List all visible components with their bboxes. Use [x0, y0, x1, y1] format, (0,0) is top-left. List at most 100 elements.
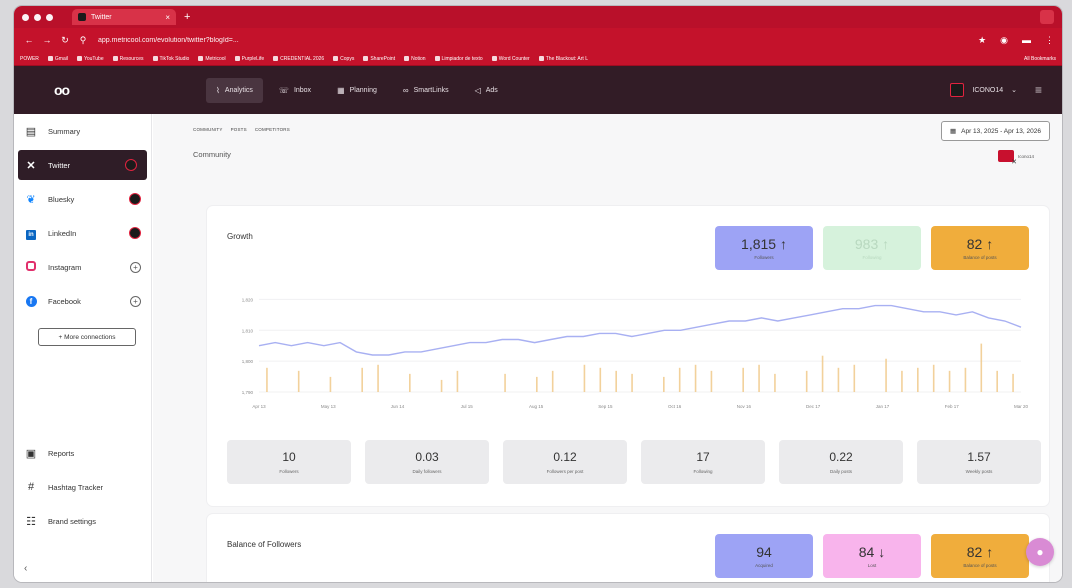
sidebar-item-hashtag-tracker[interactable]: # Hashtag Tracker: [14, 470, 151, 504]
bookmark-item[interactable]: Limpiador de texto: [434, 56, 483, 62]
chevron-down-icon[interactable]: ⌄: [1011, 86, 1017, 94]
sidebar-item-twitter[interactable]: ✕ Twitter: [18, 150, 147, 180]
window-zoom-dot[interactable]: [46, 13, 53, 21]
all-bookmarks[interactable]: All Bookmarks: [1024, 56, 1056, 62]
new-tab-icon[interactable]: +: [184, 11, 190, 23]
tab-posts[interactable]: POSTS: [231, 127, 247, 132]
nav-planning[interactable]: ▦ Planning: [327, 78, 387, 103]
posts-bar: [599, 367, 602, 392]
bookmark-item[interactable]: POWER: [20, 56, 39, 62]
nav-label: SmartLinks: [413, 86, 449, 94]
kpi-followers[interactable]: 1,815 ↑ Followers: [715, 226, 813, 270]
bookmark-star-icon[interactable]: ★: [978, 35, 986, 46]
kpi-lost[interactable]: 84 ↓ Lost: [823, 534, 921, 578]
nav-analytics[interactable]: ⌇ Analytics: [206, 77, 263, 103]
chat-support-icon[interactable]: ●: [1026, 538, 1054, 566]
menu-icon[interactable]: ≡: [1035, 83, 1042, 97]
chart-line-icon: ⌇: [216, 85, 220, 95]
sidebar-item-bluesky[interactable]: ❦ Bluesky: [14, 182, 151, 216]
posts-bar: [932, 364, 935, 392]
stat-value: 10: [282, 450, 296, 464]
bookmark-item[interactable]: Copys: [333, 56, 354, 62]
kpi-acquired[interactable]: 94 Acquired: [715, 534, 813, 578]
window-minimize-dot[interactable]: [34, 13, 41, 21]
stat-tile: 0.03 Daily followers: [365, 440, 489, 484]
tab-search-button[interactable]: [1040, 10, 1054, 24]
sidebar-item-label: Instagram: [48, 262, 82, 272]
posts-bar: [758, 364, 760, 392]
sidebar-item-facebook[interactable]: f Facebook +: [14, 284, 151, 318]
tab-close-icon[interactable]: ×: [165, 13, 170, 22]
growth-card: Growth 1,815 ↑ Followers 983 ↑ Following…: [207, 206, 1049, 506]
tab-competitors[interactable]: COMPETITORS: [255, 127, 290, 132]
reload-icon[interactable]: ↻: [58, 35, 72, 46]
sidebar-item-brand-settings[interactable]: ☷ Brand settings: [14, 504, 151, 538]
browser-window: Twitter × + ← → ↻ ⚲ app.metricool.com/ev…: [14, 6, 1062, 582]
main-content: COMMUNITY POSTS COMPETITORS ▦ Apr 13, 20…: [153, 114, 1062, 582]
browser-tab[interactable]: Twitter ×: [72, 9, 176, 25]
bookmark-item[interactable]: Word Counter: [491, 55, 530, 62]
bookmark-item[interactable]: SharePoint: [363, 56, 395, 62]
more-connections-button[interactable]: + More connections: [38, 328, 136, 346]
address-bar[interactable]: app.metricool.com/evolution/twitter?blog…: [98, 32, 978, 48]
stat-tile: 0.22 Daily posts: [779, 440, 903, 484]
bookmark-item[interactable]: PurpleLife: [234, 56, 264, 62]
add-connection-icon[interactable]: +: [130, 261, 141, 273]
stat-value: 17: [696, 450, 710, 464]
add-connection-icon[interactable]: +: [130, 295, 141, 307]
date-range-label: Apr 13, 2025 - Apr 13, 2026: [961, 127, 1041, 135]
account-avatar[interactable]: [950, 83, 965, 97]
nav-label: Analytics: [224, 86, 253, 94]
posts-bar: [615, 370, 617, 392]
x-tick-label: Jul 15: [461, 404, 474, 409]
extensions-icon[interactable]: ▬: [1022, 35, 1031, 46]
account-name[interactable]: ICONO14: [972, 87, 1003, 94]
x-tick-label: Sep 15: [598, 404, 613, 409]
sidebar-item-linkedin[interactable]: in LinkedIn: [14, 216, 151, 250]
stat-label: Following: [693, 469, 713, 474]
kpi-balance-posts[interactable]: 82 ↑ Balance of posts: [931, 534, 1029, 578]
forward-icon[interactable]: →: [40, 35, 54, 45]
posts-bar: [774, 373, 776, 392]
kpi-label: Followers: [754, 255, 774, 260]
browser-menu-icon[interactable]: ⋮: [1045, 35, 1054, 46]
tab-community[interactable]: COMMUNITY: [193, 127, 223, 132]
back-icon[interactable]: ←: [22, 35, 36, 45]
kpi-label: Balance of posts: [963, 563, 997, 568]
sidebar-item-label: Brand settings: [48, 516, 96, 526]
sidebar-item-reports[interactable]: ▣ Reports: [14, 436, 151, 470]
growth-chart[interactable]: 1,820 1,810 1,800 1,790 Apr 13 May 13 Jun 14 Ju…: [227, 276, 1033, 416]
window-close-dot[interactable]: [22, 13, 29, 21]
kpi-value: 94: [756, 544, 772, 560]
bookmark-item[interactable]: CREDENTIAL 2026: [273, 56, 324, 62]
site-info-icon[interactable]: ⚲: [76, 35, 90, 46]
posts-bar: [980, 343, 983, 392]
nav-ads[interactable]: ◁ Ads: [465, 78, 508, 103]
kpi-balance-posts[interactable]: 82 ↑ Balance of posts: [931, 226, 1029, 270]
bookmark-favicon-icon: [198, 56, 204, 61]
bookmark-item[interactable]: TikTok Studio: [152, 56, 189, 62]
kpi-following[interactable]: 983 ↑ Following: [823, 226, 921, 270]
bookmark-item[interactable]: Notion: [404, 56, 426, 62]
metricool-logo[interactable]: oo: [34, 82, 184, 98]
bookmark-item[interactable]: Metricool: [198, 56, 226, 62]
posts-bar: [996, 370, 998, 392]
bookmark-item[interactable]: The Blackout: Art L: [538, 56, 588, 62]
nav-smartlinks[interactable]: ∞ SmartLinks: [393, 78, 459, 103]
collapse-sidebar-icon[interactable]: ‹: [24, 563, 27, 574]
y-tick-label: 1,800: [242, 359, 254, 364]
stat-value: 0.22: [829, 450, 853, 464]
profile-icon[interactable]: ◉: [1000, 35, 1008, 46]
sidebar-item-label: Twitter: [48, 160, 71, 170]
sidebar-item-summary[interactable]: ▤ Summary: [14, 114, 151, 148]
bookmark-item[interactable]: YouTube: [76, 56, 104, 62]
nav-inbox[interactable]: ☏ Inbox: [269, 78, 321, 103]
bookmark-label: Word Counter: [498, 55, 530, 62]
stat-tile: 0.12 Followers per post: [503, 440, 627, 484]
posts-bar: [583, 364, 586, 392]
bookmark-item[interactable]: Gmail: [47, 56, 68, 62]
date-range-picker[interactable]: ▦ Apr 13, 2025 - Apr 13, 2026: [940, 121, 1050, 141]
bookmark-item[interactable]: Resources: [112, 56, 144, 62]
sidebar-item-instagram[interactable]: Instagram +: [14, 250, 151, 284]
posts-bar: [805, 370, 808, 392]
